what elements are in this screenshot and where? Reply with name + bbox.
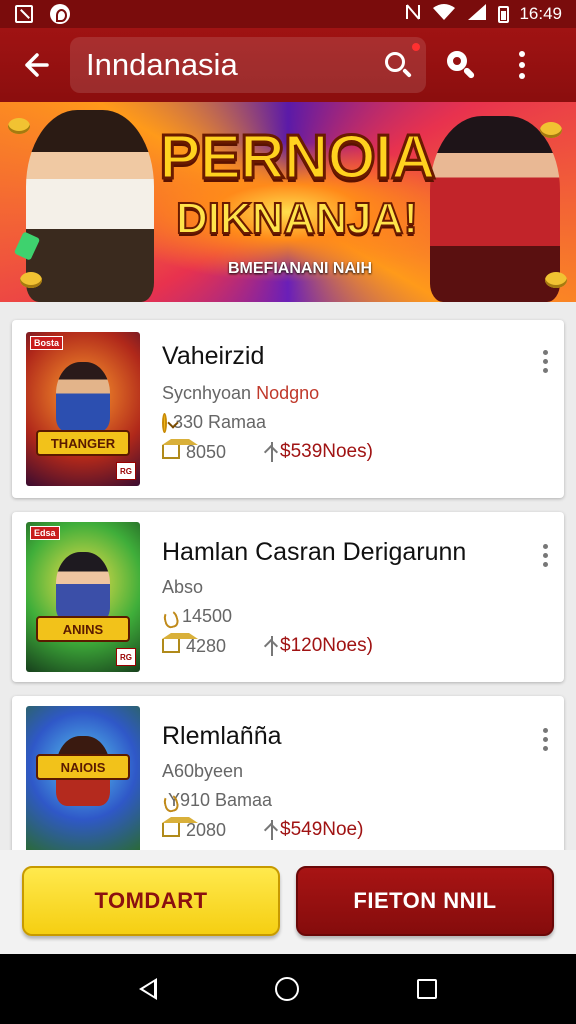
game-stat-row: Y910 Bamaa (162, 790, 524, 811)
promo-banner[interactable]: PERNOIA DIKNANJA! BMEFIANANI NAIH (0, 102, 576, 302)
back-button[interactable] (0, 28, 70, 102)
action-bar: TOMDART FIETON NNIL (0, 850, 576, 954)
nav-home-icon[interactable] (275, 977, 299, 1001)
game-meta-row: 8050 $539Noes) (162, 439, 524, 463)
signal-icon (466, 3, 488, 26)
game-stat: Y910 Bamaa (168, 790, 273, 810)
wifi-icon (432, 3, 456, 26)
notification-badge (412, 43, 420, 51)
game-card[interactable]: Edsa ANINS RG Hamlan Casran Derigarunn A… (12, 512, 564, 682)
game-logo: ANINS (36, 616, 130, 642)
age-rating-badge: RG (116, 648, 136, 666)
game-title: Hamlan Casran Derigarunn (162, 538, 467, 566)
crown-icon (162, 817, 198, 837)
system-nav-bar (0, 954, 576, 1024)
hero-character-right (430, 116, 560, 302)
overflow-menu-button[interactable] (502, 28, 542, 102)
coin-decoration (8, 118, 30, 134)
crown-icon (162, 439, 198, 459)
thumbnail-tag: Bosta (30, 336, 64, 350)
game-stat-row: 14500 (162, 606, 524, 627)
game-thumbnail[interactable]: Edsa ANINS RG (26, 522, 140, 672)
game-list[interactable]: Bosta THANGER RG Vaheirzid Sycnhyoan Nod… (0, 302, 576, 850)
coin-decoration (540, 122, 562, 138)
game-stat: 330 Ramaa (172, 412, 266, 432)
more-vert-icon (542, 544, 548, 549)
notification-icon (14, 5, 34, 23)
game-price: $539Noes) (280, 441, 373, 462)
app-bar: Inndanasia (0, 28, 576, 102)
age-rating-badge: RG (116, 462, 136, 480)
price-tag-icon (266, 442, 278, 462)
banner-title-line2: DIKNANJA! (175, 193, 419, 244)
game-stat: 14500 (182, 606, 233, 626)
character-art (56, 362, 110, 432)
battery-icon (498, 5, 510, 23)
hero-character-left (26, 110, 154, 302)
game-developer: Sycnhyoan Nodgno (162, 383, 320, 403)
coin-decoration (545, 272, 567, 288)
app-title: Inndanasia (86, 47, 238, 82)
more-vert-icon (519, 51, 525, 57)
game-logo: THANGER (36, 430, 130, 456)
nav-back-icon[interactable] (139, 978, 157, 1000)
price-tag-icon (266, 820, 278, 840)
game-price: $549Noe) (280, 819, 364, 840)
game-title: Vaheirzid (162, 342, 265, 370)
nav-recents-icon[interactable] (417, 979, 437, 999)
banner-subtitle: BMEFIANANI NAIH (228, 260, 372, 277)
nfc-icon (404, 3, 422, 26)
card-overflow-menu[interactable] (540, 350, 550, 373)
character-art (56, 552, 110, 622)
game-developer: A60byeen (162, 761, 244, 781)
crown-icon (162, 633, 198, 653)
coin-decoration (20, 272, 42, 288)
banner-title: PERNOIA (158, 122, 437, 194)
game-developer: Abso (162, 577, 204, 597)
search-icon[interactable] (384, 51, 412, 79)
game-card[interactable]: NAIOIS Rlemlañña A60byeen Y910 Bamaa 208… (12, 696, 564, 850)
card-overflow-menu[interactable] (540, 728, 550, 751)
coin-icon (162, 412, 167, 433)
game-logo: NAIOIS (36, 754, 130, 780)
game-thumbnail[interactable]: Bosta THANGER RG (26, 332, 140, 486)
messenger-icon (50, 4, 70, 24)
game-title: Rlemlañña (162, 722, 282, 750)
secondary-action-button[interactable]: FIETON NNIL (296, 866, 554, 936)
game-price: $120Noes) (280, 635, 373, 656)
flame-icon (162, 608, 176, 626)
primary-action-button[interactable]: TOMDART (22, 866, 280, 936)
game-stat-row: 330 Ramaa (162, 412, 524, 433)
card-overflow-menu[interactable] (540, 544, 550, 567)
status-bar: 16:49 (0, 0, 576, 28)
game-meta-row: 2080 $549Noe) (162, 817, 524, 841)
game-thumbnail[interactable]: NAIOIS (26, 706, 140, 850)
search-icon (446, 50, 476, 80)
more-vert-icon (542, 728, 548, 733)
game-meta-row: 4280 $120Noes) (162, 633, 524, 657)
back-arrow-icon (25, 53, 49, 77)
price-tag-icon (266, 636, 278, 656)
game-card[interactable]: Bosta THANGER RG Vaheirzid Sycnhyoan Nod… (12, 320, 564, 498)
clock: 16:49 (519, 4, 562, 23)
more-vert-icon (542, 350, 548, 355)
thumbnail-tag: Edsa (30, 526, 60, 540)
search-bar[interactable]: Inndanasia (70, 37, 426, 93)
search-button[interactable] (426, 28, 496, 102)
